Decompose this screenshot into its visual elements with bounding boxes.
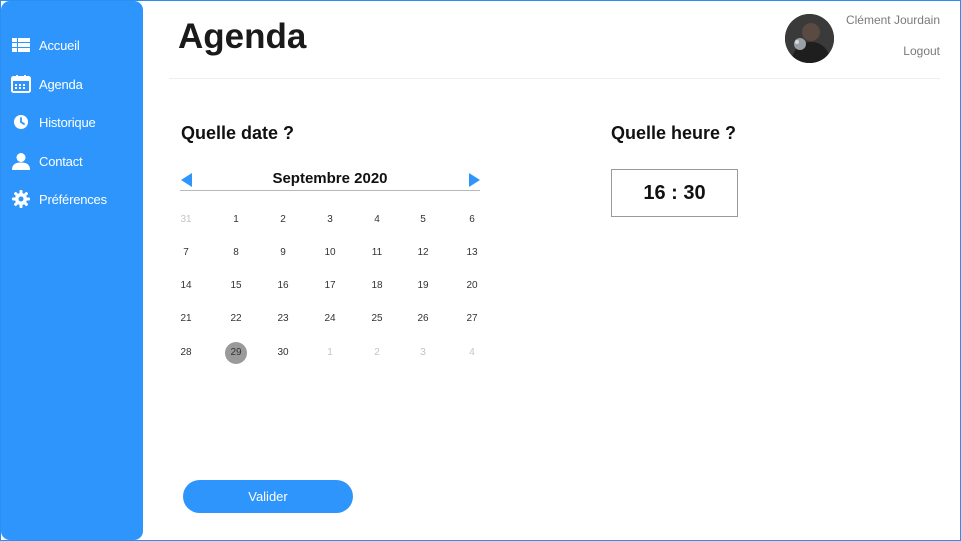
calendar-day[interactable]: 16 <box>272 275 294 297</box>
calendar-day[interactable]: 6 <box>461 209 483 231</box>
home-list-icon <box>11 35 31 55</box>
calendar-day[interactable]: 9 <box>272 242 294 264</box>
calendar-day[interactable]: 3 <box>319 209 341 231</box>
validate-button[interactable]: Valider <box>183 480 353 513</box>
calendar-day[interactable]: 28 <box>175 342 197 364</box>
calendar-day[interactable]: 17 <box>319 275 341 297</box>
time-input[interactable]: 16 : 30 <box>611 169 738 217</box>
calendar-day[interactable]: 31 <box>175 209 197 231</box>
calendar-header: Septembre 2020 <box>180 168 480 190</box>
calendar-day[interactable]: 2 <box>272 209 294 231</box>
person-icon <box>11 151 31 171</box>
time-heading: Quelle heure ? <box>611 123 737 143</box>
calendar-divider <box>180 190 480 191</box>
sidebar-item-label: Contact <box>39 153 83 169</box>
calendar-day[interactable]: 12 <box>412 242 434 264</box>
calendar-day[interactable]: 15 <box>225 275 247 297</box>
calendar-day[interactable]: 1 <box>319 342 341 364</box>
sidebar-item-accueil[interactable]: Accueil <box>1 30 143 60</box>
calendar-day[interactable]: 27 <box>461 308 483 330</box>
calendar-month-label: Septembre 2020 <box>272 170 388 187</box>
calendar-day[interactable]: 19 <box>412 275 434 297</box>
sidebar-item-label: Historique <box>39 114 96 130</box>
header-divider <box>169 78 940 79</box>
calendar-day[interactable]: 7 <box>175 242 197 264</box>
calendar-day[interactable]: 5 <box>412 209 434 231</box>
next-month-arrow-icon[interactable] <box>469 173 480 187</box>
calendar-day[interactable]: 4 <box>461 342 483 364</box>
app-frame <box>0 0 961 541</box>
calendar-day[interactable]: 4 <box>366 209 388 231</box>
calendar-day[interactable]: 14 <box>175 275 197 297</box>
calendar-day[interactable]: 26 <box>412 308 434 330</box>
gear-icon <box>11 189 31 209</box>
calendar-day[interactable]: 11 <box>366 242 388 264</box>
sidebar-item-label: Accueil <box>39 37 80 53</box>
calendar-day[interactable]: 3 <box>412 342 434 364</box>
calendar-day[interactable]: 20 <box>461 275 483 297</box>
sidebar-item-agenda[interactable]: Agenda <box>1 69 143 99</box>
calendar-day[interactable]: 30 <box>272 342 294 364</box>
sidebar-item-label: Préférences <box>39 191 107 207</box>
date-heading: Quelle date ? <box>181 123 295 143</box>
calendar-day[interactable]: 10 <box>319 242 341 264</box>
calendar-day[interactable]: 21 <box>175 308 197 330</box>
calendar-icon <box>11 74 31 94</box>
calendar-day-selected[interactable]: 29 <box>225 342 247 364</box>
calendar-day[interactable]: 1 <box>225 209 247 231</box>
sidebar-item-contact[interactable]: Contact <box>1 146 143 176</box>
calendar-day[interactable]: 8 <box>225 242 247 264</box>
page-title: Agenda <box>178 17 307 56</box>
calendar-day[interactable]: 25 <box>366 308 388 330</box>
calendar-day[interactable]: 23 <box>272 308 294 330</box>
avatar[interactable] <box>785 14 834 63</box>
sidebar: Accueil Agenda Historique Contact Préfér… <box>1 1 143 540</box>
clock-icon <box>11 112 31 132</box>
calendar-day[interactable]: 2 <box>366 342 388 364</box>
sidebar-item-historique[interactable]: Historique <box>1 107 143 137</box>
logout-link[interactable]: Logout <box>903 44 940 58</box>
calendar-day[interactable]: 22 <box>225 308 247 330</box>
sidebar-item-preferences[interactable]: Préférences <box>1 184 143 214</box>
sidebar-item-label: Agenda <box>39 76 83 92</box>
user-name: Clément Jourdain <box>845 13 940 27</box>
calendar-day[interactable]: 13 <box>461 242 483 264</box>
calendar-day[interactable]: 24 <box>319 308 341 330</box>
calendar-day[interactable]: 18 <box>366 275 388 297</box>
